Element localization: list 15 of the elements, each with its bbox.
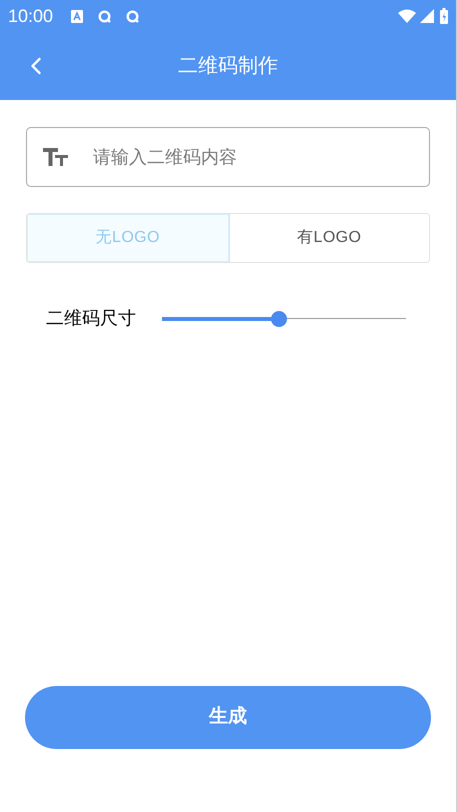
page-title: 二维码制作 [178, 54, 278, 79]
status-time: 10:00 [8, 4, 54, 28]
notification-icon [71, 10, 84, 22]
logo-option-tab[interactable]: 有LOGO [228, 214, 429, 262]
logo-option-tab[interactable]: 无LOGO [27, 214, 228, 262]
notification-icon [98, 10, 112, 22]
signal-icon [420, 9, 434, 23]
generate-button[interactable]: 生成 [25, 686, 431, 749]
text-size-icon [43, 148, 68, 166]
content-field[interactable]: 请输入二维码内容 [26, 127, 430, 187]
battery-icon [440, 8, 448, 24]
size-slider[interactable] [162, 310, 406, 326]
wifi-icon [398, 9, 416, 23]
size-label: 二维码尺寸 [46, 307, 136, 330]
notification-icon [126, 10, 140, 22]
